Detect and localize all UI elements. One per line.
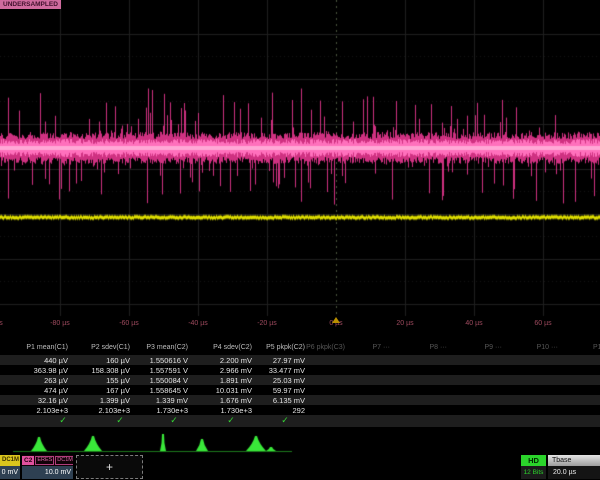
param-value-cell: 263 µV (44, 376, 68, 385)
param-header[interactable]: P6 pkpk(C3) (306, 344, 345, 351)
param-value-cell: 32.16 µV (38, 396, 68, 405)
timebase-label: Tbase (548, 455, 600, 466)
param-value-cell: 1.339 mV (156, 396, 188, 405)
oscilloscope-screen: UNDERSAMPLED -100 µs -80 µs -60 µs -40 µs -2… (0, 0, 600, 480)
param-header[interactable]: P10 ··· (537, 344, 558, 351)
channel2-coupling-chip: DC1M (55, 456, 73, 465)
time-axis-label: 40 µs (465, 320, 482, 327)
param-value-cell: 1.558645 V (150, 386, 188, 395)
trigger-position-marker[interactable] (332, 317, 340, 323)
param-value-cell: 1.730e+3 (157, 406, 189, 415)
table-row: 440 µV 160 µV 1.550616 V 2.200 mV 27.97 mV (0, 355, 600, 365)
param-value-cell: 440 µV (44, 356, 68, 365)
table-row: 474 µV 167 µV 1.558645 V 10.031 mV 59.97 mV (0, 385, 600, 395)
channel2-label: C2 (22, 456, 34, 465)
param-value-cell: 2.200 mV (220, 356, 252, 365)
param-header[interactable]: P4 sdev(C2) (213, 344, 252, 351)
hd-label: HD (521, 455, 546, 466)
param-value-cell: 10.031 mV (216, 386, 252, 395)
param-value-cell: 2.103e+3 (37, 406, 69, 415)
param-value-cell: 474 µV (44, 386, 68, 395)
param-value-cell: 2.966 mV (220, 366, 252, 375)
channel1-scale-value: 0 mV (0, 466, 20, 479)
param-value-cell: 1.550084 V (150, 376, 188, 385)
time-axis-label: -20 µs (257, 320, 277, 327)
param-value-cell: 1.676 mV (220, 396, 252, 405)
param-value-cell: 1.399 µV (100, 396, 130, 405)
param-value-cell: 158.308 µV (91, 366, 130, 375)
timebase-value: 20.0 µs (548, 466, 600, 479)
param-value-cell: 160 µV (106, 356, 130, 365)
time-axis-label: 20 µs (396, 320, 413, 327)
param-value-cell: 1.891 mV (220, 376, 252, 385)
hd-bits-label: 12 Bits (521, 466, 546, 479)
table-row: P1 mean(C1) P2 sdev(C1) P3 mean(C2) P4 sdev… (0, 343, 600, 355)
time-axis-label: 60 µs (534, 320, 551, 327)
channel1-descriptor[interactable]: DC1M 0 mV (0, 455, 20, 479)
table-row: 263 µV 155 µV 1.550084 V 1.891 mV 25.03 mV (0, 375, 600, 385)
param-value-cell: 6.135 mV (273, 396, 305, 405)
param-status-check-icon: ✓ (227, 415, 235, 426)
param-value-cell: 27.97 mV (273, 356, 305, 365)
param-status-check-icon: ✓ (116, 415, 124, 426)
param-status-check-icon: ✓ (59, 415, 67, 426)
param-value-cell: 167 µV (106, 386, 130, 395)
param-value-cell: 363.98 µV (34, 366, 68, 375)
param-header[interactable]: P11 (593, 344, 600, 351)
param-status-check-icon: ✓ (281, 415, 289, 426)
param-header[interactable]: P8 ··· (430, 344, 448, 351)
param-value-cell: 59.97 mV (273, 386, 305, 395)
param-value-cell: 1.730e+3 (221, 406, 253, 415)
param-value-cell: 1.557591 V (150, 366, 188, 375)
time-axis-label: -60 µs (119, 320, 139, 327)
table-row: ✓ ✓ ✓ ✓ ✓ (0, 415, 600, 427)
param-header[interactable]: P3 mean(C2) (146, 344, 188, 351)
channel2-scale-value: 10.0 mV (22, 466, 73, 479)
param-header[interactable]: P2 sdev(C1) (91, 344, 130, 351)
param-status-check-icon: ✓ (170, 415, 178, 426)
time-axis-label: -40 µs (188, 320, 208, 327)
table-row: 363.98 µV 158.308 µV 1.557591 V 2.966 mV 33.… (0, 365, 600, 375)
time-axis-label: -100 µs (0, 320, 3, 327)
channel2-descriptor[interactable]: C2 ERES DC1M 10.0 mV (22, 455, 73, 479)
table-row: 32.16 µV 1.399 µV 1.339 mV 1.676 mV 6.135 mV (0, 395, 600, 405)
table-row: 2.103e+3 2.103e+3 1.730e+3 1.730e+3 292 (0, 405, 600, 415)
param-value-cell: 155 µV (106, 376, 130, 385)
add-trace-button[interactable]: + (76, 455, 143, 479)
param-value-cell: 292 (292, 406, 305, 415)
channel2-eres-chip: ERES (35, 456, 54, 465)
hd-mode-badge[interactable]: HD 12 Bits (521, 455, 546, 479)
measurement-table: P1 mean(C1) P2 sdev(C1) P3 mean(C2) P4 sdev… (0, 343, 600, 427)
param-value-cell: 33.477 mV (269, 366, 305, 375)
timebase-descriptor[interactable]: Tbase 20.0 µs (548, 455, 600, 479)
param-header[interactable]: P1 mean(C1) (26, 344, 68, 351)
param-header[interactable]: P7 ··· (373, 344, 391, 351)
time-axis-label: -80 µs (50, 320, 70, 327)
param-header[interactable]: P9 ··· (485, 344, 503, 351)
param-header[interactable]: P5 pkpk(C2) (266, 344, 305, 351)
param-value-cell: 25.03 mV (273, 376, 305, 385)
param-value-cell: 1.550616 V (150, 356, 188, 365)
undersampled-badge: UNDERSAMPLED (0, 0, 61, 9)
param-value-cell: 2.103e+3 (99, 406, 131, 415)
time-axis: -100 µs-80 µs-60 µs-40 µs-20 µs0 µs20 µs… (0, 319, 600, 332)
channel1-coupling-label: DC1M (0, 455, 20, 466)
